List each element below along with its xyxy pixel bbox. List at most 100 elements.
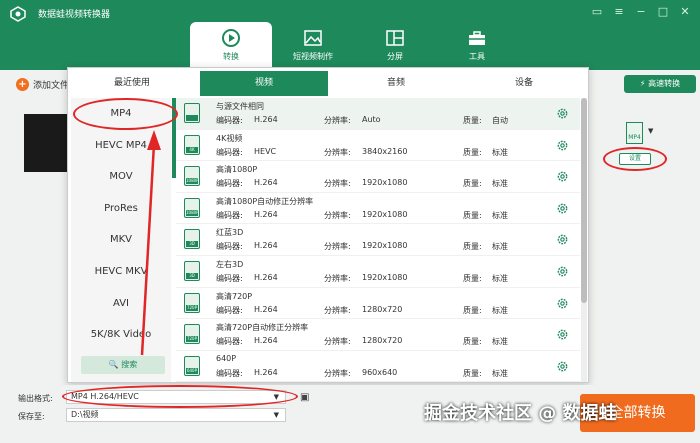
quality-label: 质量: — [463, 179, 482, 189]
file-format-icon: 3D — [184, 229, 200, 250]
preset-name: 高清1080P自动修正分辨率 — [216, 196, 314, 206]
file-format-icon — [184, 103, 200, 123]
tab-label: 转换 — [223, 52, 239, 61]
search-button[interactable]: 🔍 搜索 — [81, 356, 165, 374]
format-item[interactable]: 5K/8K Video — [71, 319, 171, 351]
resolution-value: 1920x1080 — [362, 241, 408, 251]
gear-icon[interactable] — [556, 297, 569, 310]
encoder-label: 编码器: — [216, 337, 243, 347]
format-badge: 4K — [186, 146, 198, 153]
resolution-label: 分辨率: — [324, 179, 351, 189]
quality-value: 标准 — [492, 273, 508, 283]
preset-list: 与源文件相同 编码器: H.264 分辨率: Auto 质量: 自动 4K 4K视频 编码器: HE… — [176, 98, 580, 382]
menu-icon[interactable]: ≡ — [612, 5, 626, 19]
split-screen-icon — [386, 30, 404, 46]
gear-icon[interactable] — [556, 202, 569, 215]
file-format-icon: 1080P — [184, 197, 200, 218]
scrollbar-thumb[interactable] — [581, 98, 587, 303]
quality-value: 自动 — [492, 116, 508, 125]
window-controls: ▭ ≡ − □ ✕ — [590, 5, 692, 19]
preset-row[interactable]: 4K 4K视频 编码器: HEVC 分辨率: 3840x2160 质量: 标准 — [176, 130, 580, 162]
quality-label: 质量: — [463, 273, 482, 283]
chevron-down-icon[interactable]: ▼ — [648, 127, 653, 135]
resolution-value: 1920x1080 — [362, 178, 408, 188]
quality-label: 质量: — [463, 242, 482, 252]
preset-row[interactable]: 1080P 高清1080P自动修正分辨率 编码器: H.264 分辨率: 1920x108… — [176, 193, 580, 225]
tab-recent[interactable]: 最近使用 — [68, 71, 196, 96]
resolution-label: 分辨率: — [324, 242, 351, 252]
gear-icon[interactable] — [556, 139, 569, 152]
preset-name: 高清720P自动修正分辨率 — [216, 323, 309, 333]
gear-icon[interactable] — [556, 328, 569, 341]
format-badge: 1080P — [186, 178, 199, 185]
encoder-label: 编码器: — [216, 305, 243, 315]
add-file-button[interactable]: + 添加文件 — [16, 78, 69, 91]
gear-icon[interactable] — [556, 233, 569, 246]
save-path-value: D:\视频 — [71, 410, 99, 419]
resolution-label: 分辨率: — [324, 337, 351, 347]
format-tabs: 最近使用 视频 音频 设备 — [68, 71, 588, 96]
encoder-label: 编码器: — [216, 179, 243, 189]
quality-label: 质量: — [463, 305, 482, 315]
quality-label: 质量: — [463, 337, 482, 347]
encoder-value: H.264 — [254, 272, 278, 282]
preset-row[interactable]: 与源文件相同 编码器: H.264 分辨率: Auto 质量: 自动 — [176, 98, 580, 130]
message-icon[interactable]: ▭ — [590, 5, 604, 19]
quality-label: 质量: — [463, 210, 482, 220]
format-item[interactable]: ProRes — [71, 193, 171, 225]
tab-audio[interactable]: 音频 — [332, 71, 460, 96]
encoder-value: H.264 — [254, 178, 278, 188]
preset-name: 高清720P — [216, 291, 253, 301]
search-label: 搜索 — [121, 360, 138, 369]
resolution-value: 1280x720 — [362, 336, 403, 346]
minimize-icon[interactable]: − — [634, 5, 648, 19]
tab-device[interactable]: 设备 — [460, 71, 588, 96]
resolution-value: 1920x1080 — [362, 272, 408, 282]
preset-row[interactable]: 3D 左右3D 编码器: H.264 分辨率: 1920x1080 质量: 标准 — [176, 256, 580, 288]
output-format-label: 输出格式: — [18, 394, 53, 403]
format-item[interactable]: MKV — [71, 224, 171, 256]
resolution-label: 分辨率: — [324, 305, 351, 315]
encoder-value: H.264 — [254, 241, 278, 251]
format-badge: 720P — [186, 336, 198, 343]
file-format-icon: 3D — [184, 260, 200, 281]
resolution-label: 分辨率: — [324, 368, 351, 378]
preset-row[interactable]: 640P 640P 编码器: H.264 分辨率: 960x640 质量: 标准 — [176, 351, 580, 382]
format-item[interactable]: HEVC MKV — [71, 256, 171, 288]
preset-row[interactable]: 3D 红蓝3D 编码器: H.264 分辨率: 1920x1080 质量: 标准 — [176, 224, 580, 256]
gear-icon[interactable] — [556, 107, 569, 120]
tab-video[interactable]: 视频 — [200, 71, 328, 96]
app-logo-icon — [10, 6, 26, 22]
format-item[interactable]: AVI — [71, 288, 171, 320]
scrollbar[interactable] — [581, 98, 587, 382]
quality-label: 质量: — [463, 147, 482, 157]
gear-icon[interactable] — [556, 265, 569, 278]
preset-row[interactable]: 720P 高清720P自动修正分辨率 编码器: H.264 分辨率: 1280x720 质量… — [176, 319, 580, 351]
tab-label: 短视频制作 — [293, 52, 333, 61]
gear-icon[interactable] — [556, 360, 569, 373]
format-item[interactable]: MOV — [71, 161, 171, 193]
preset-name: 高清1080P — [216, 165, 258, 175]
format-badge — [186, 115, 198, 121]
app-title: 数据蛙视频转换器 — [38, 10, 111, 20]
close-icon[interactable]: ✕ — [678, 5, 692, 19]
preset-row[interactable]: 720P 高清720P 编码器: H.264 分辨率: 1280x720 质量: 标准 — [176, 288, 580, 320]
resolution-value: 960x640 — [362, 367, 398, 377]
encoder-value: H.264 — [254, 209, 278, 219]
preset-row[interactable]: 1080P 高清1080P 编码器: H.264 分辨率: 1920x1080 质量: 标准 — [176, 161, 580, 193]
high-speed-button[interactable]: ⚡ 高速转换 — [624, 75, 696, 93]
format-badge: 1080P — [186, 209, 199, 216]
quality-value: 标准 — [492, 368, 508, 378]
save-path-select[interactable]: D:\视频 ▼ — [66, 408, 286, 422]
output-format-icon[interactable]: MP4 — [626, 122, 643, 144]
format-item[interactable]: HEVC MP4 — [71, 130, 171, 162]
gear-icon[interactable] — [556, 170, 569, 183]
maximize-icon[interactable]: □ — [656, 5, 670, 19]
toolbox-icon — [469, 31, 485, 45]
tab-label: 分屏 — [387, 52, 403, 61]
save-to-label: 保存至: — [18, 412, 45, 421]
quality-value: 标准 — [492, 179, 508, 189]
quality-value: 标准 — [492, 305, 508, 315]
high-speed-label: 高速转换 — [648, 79, 681, 88]
folder-icon[interactable]: ▣ — [300, 392, 309, 403]
